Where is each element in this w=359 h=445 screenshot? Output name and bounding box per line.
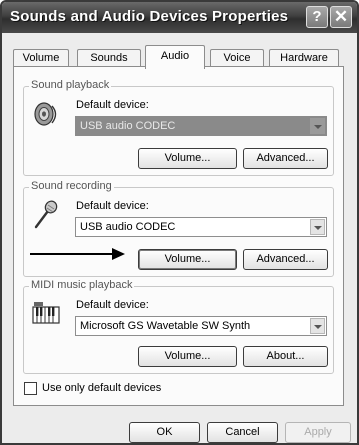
midi-playback-group: MIDI music playback Default device: Micr…: [23, 279, 334, 374]
ok-button[interactable]: OK: [129, 422, 200, 443]
properties-dialog: Sounds and Audio Devices Properties ? ✕ …: [0, 0, 359, 445]
keyboard-icon: [32, 302, 60, 324]
select-value: USB audio CODEC: [80, 120, 176, 132]
recording-volume-button[interactable]: Volume...: [138, 249, 237, 270]
apply-button[interactable]: Apply: [285, 422, 351, 443]
playback-device-select[interactable]: USB audio CODEC: [75, 116, 327, 136]
playback-volume-button[interactable]: Volume...: [138, 148, 237, 169]
default-device-label: Default device:: [76, 99, 149, 111]
chevron-down-icon: [310, 118, 325, 134]
select-value: Microsoft GS Wavetable SW Synth: [80, 320, 251, 332]
group-label: Sound recording: [29, 180, 114, 192]
audio-tab-panel: Sound playback Default device: USB audio…: [13, 66, 344, 406]
default-device-label: Default device:: [76, 299, 149, 311]
recording-advanced-button[interactable]: Advanced...: [243, 249, 328, 270]
title-bar[interactable]: Sounds and Audio Devices Properties ? ✕: [2, 2, 357, 33]
midi-device-select[interactable]: Microsoft GS Wavetable SW Synth: [75, 316, 327, 336]
annotation-arrow: [30, 248, 125, 260]
group-label: Sound playback: [29, 79, 112, 91]
use-default-devices-label[interactable]: Use only default devices: [42, 382, 161, 394]
sound-recording-group: Sound recording Default device: USB audi…: [23, 180, 334, 277]
playback-advanced-button[interactable]: Advanced...: [243, 148, 328, 169]
midi-volume-button[interactable]: Volume...: [138, 346, 237, 367]
help-button[interactable]: ?: [306, 6, 328, 28]
microphone-icon: [34, 200, 58, 229]
speaker-icon: [34, 102, 57, 126]
select-value: USB audio CODEC: [80, 221, 176, 233]
chevron-down-icon: [310, 219, 325, 235]
help-icon: ?: [312, 8, 322, 25]
chevron-down-icon: [310, 318, 325, 334]
midi-about-button[interactable]: About...: [243, 346, 328, 367]
use-default-devices-checkbox[interactable]: [24, 382, 37, 395]
close-button[interactable]: ✕: [330, 6, 352, 28]
tab-strip: Volume Sounds Audio Voice Hardware: [13, 45, 343, 69]
sound-playback-group: Sound playback Default device: USB audio…: [23, 79, 334, 176]
default-device-label: Default device:: [76, 200, 149, 212]
window-title: Sounds and Audio Devices Properties: [10, 8, 289, 25]
tab-audio[interactable]: Audio: [145, 45, 205, 69]
group-label: MIDI music playback: [29, 279, 135, 291]
recording-device-select[interactable]: USB audio CODEC: [75, 217, 327, 237]
close-icon: ✕: [333, 7, 349, 26]
cancel-button[interactable]: Cancel: [207, 422, 278, 443]
